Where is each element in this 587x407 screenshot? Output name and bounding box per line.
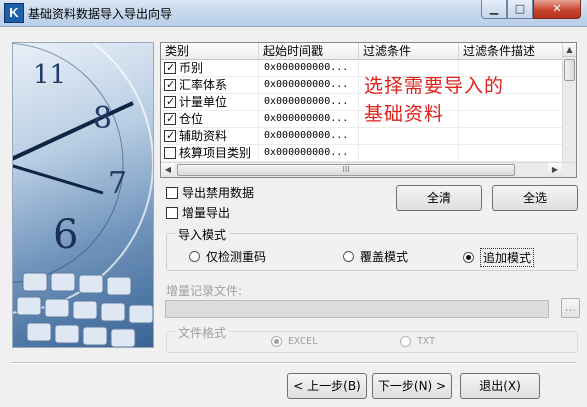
filter-cell[interactable] bbox=[359, 128, 459, 144]
horizontal-scrollbar[interactable]: ◀ III ▶ bbox=[161, 162, 576, 177]
scroll-right-icon[interactable]: ▶ bbox=[548, 163, 562, 177]
scroll-thumb[interactable] bbox=[564, 59, 575, 81]
timestamp-cell: 0x000000000... bbox=[259, 145, 359, 161]
scroll-up-icon[interactable]: ▲ bbox=[563, 43, 576, 57]
file-format-legend: 文件格式 bbox=[175, 324, 230, 341]
clock-keyboard-illustration: 11 8 7 6 bbox=[13, 43, 153, 347]
svg-text:7: 7 bbox=[108, 166, 127, 201]
radio-label: 覆盖模式 bbox=[360, 250, 409, 264]
close-icon: ✕ bbox=[552, 2, 562, 15]
select-all-button[interactable]: 全选 bbox=[492, 185, 578, 211]
timestamp-cell: 0x000000000... bbox=[259, 94, 359, 110]
row-checkbox-icon[interactable] bbox=[164, 94, 176, 110]
row-checkbox-icon[interactable] bbox=[164, 60, 176, 76]
timestamp-cell: 0x000000000... bbox=[259, 128, 359, 144]
category-label: 辅助资料 bbox=[179, 129, 228, 143]
incremental-export-checkbox[interactable]: 增量导出 bbox=[166, 204, 230, 221]
radio-selected-icon[interactable] bbox=[463, 252, 474, 263]
close-button[interactable]: ✕ bbox=[533, 0, 581, 19]
footer-divider bbox=[10, 362, 577, 364]
column-header-category[interactable]: 类别 bbox=[161, 43, 259, 60]
radio-label: 仅检测重码 bbox=[206, 250, 267, 264]
row-checkbox-icon[interactable] bbox=[164, 111, 176, 127]
table-row[interactable]: 辅助资料 0x000000000... bbox=[161, 128, 563, 145]
filter-cell[interactable] bbox=[359, 145, 459, 161]
import-mode-legend: 导入模式 bbox=[175, 226, 230, 243]
file-format-group: 文件格式 EXCEL TXT bbox=[166, 324, 578, 353]
column-header-filter[interactable]: 过滤条件 bbox=[359, 43, 459, 60]
column-header-timestamp[interactable]: 起始时间戳 bbox=[259, 43, 359, 60]
category-cell: 核算项目类别 bbox=[161, 145, 259, 161]
radio-label: 追加模式 bbox=[480, 248, 535, 267]
category-cell: 币别 bbox=[161, 60, 259, 76]
export-disabled-label: 导出禁用数据 bbox=[182, 186, 255, 200]
svg-text:11: 11 bbox=[33, 60, 66, 90]
radio-icon[interactable] bbox=[343, 251, 354, 262]
app-logo-icon: K bbox=[4, 3, 24, 23]
scroll-thumb-horizontal[interactable]: III bbox=[177, 164, 515, 176]
clear-all-button[interactable]: 全清 bbox=[396, 185, 482, 211]
exit-button[interactable]: 退出(X) bbox=[460, 373, 540, 399]
category-cell: 计量单位 bbox=[161, 94, 259, 110]
export-disabled-checkbox[interactable]: 导出禁用数据 bbox=[166, 184, 254, 201]
svg-text:8: 8 bbox=[93, 101, 112, 136]
column-header-filter-desc[interactable]: 过滤条件描述 bbox=[459, 43, 563, 60]
radio-label: TXT bbox=[417, 336, 436, 347]
radio-append[interactable]: 追加模式 bbox=[463, 248, 535, 267]
wizard-side-image: 11 8 7 6 bbox=[12, 42, 154, 348]
grid-header: 类别 起始时间戳 过滤条件 过滤条件描述 bbox=[161, 43, 563, 60]
incremental-file-label: 增量记录文件: bbox=[166, 284, 243, 298]
incremental-export-label: 增量导出 bbox=[182, 206, 231, 220]
table-row[interactable]: 核算项目类别 0x000000000... bbox=[161, 145, 563, 162]
vertical-scrollbar[interactable]: ▲ bbox=[562, 43, 576, 162]
browse-button[interactable]: ... bbox=[561, 298, 580, 318]
radio-selected-icon[interactable] bbox=[271, 336, 282, 347]
checkbox-icon[interactable] bbox=[166, 186, 178, 199]
category-cell: 仓位 bbox=[161, 111, 259, 127]
timestamp-cell: 0x000000000... bbox=[259, 77, 359, 93]
radio-excel[interactable]: EXCEL bbox=[271, 336, 318, 347]
radio-check-duplicates[interactable]: 仅检测重码 bbox=[189, 248, 266, 265]
checkbox-icon[interactable] bbox=[166, 206, 178, 219]
title-bar: K 基础资料数据导入导出向导 ▁ □ ✕ bbox=[0, 0, 587, 27]
radio-icon[interactable] bbox=[189, 251, 200, 262]
import-mode-group: 导入模式 仅检测重码 覆盖模式 追加模式 bbox=[166, 226, 578, 271]
filter-desc-cell bbox=[459, 145, 563, 161]
minimize-icon: ▁ bbox=[489, 2, 499, 15]
incremental-file-input[interactable] bbox=[165, 300, 549, 318]
radio-txt[interactable]: TXT bbox=[400, 336, 435, 347]
svg-text:6: 6 bbox=[53, 212, 78, 258]
category-label: 汇率体系 bbox=[179, 78, 228, 92]
category-cell: 辅助资料 bbox=[161, 128, 259, 144]
prev-button[interactable]: < 上一步(B) bbox=[287, 373, 367, 399]
maximize-button[interactable]: □ bbox=[507, 0, 533, 19]
radio-overwrite[interactable]: 覆盖模式 bbox=[343, 248, 408, 265]
instruction-annotation: 选择需要导入的基础资料 bbox=[364, 75, 505, 125]
window-title: 基础资料数据导入导出向导 bbox=[28, 7, 173, 21]
next-button[interactable]: 下一步(N) > bbox=[372, 373, 452, 399]
radio-icon[interactable] bbox=[400, 336, 411, 347]
category-label: 核算项目类别 bbox=[179, 146, 252, 160]
category-label: 计量单位 bbox=[179, 95, 228, 109]
timestamp-cell: 0x000000000... bbox=[259, 111, 359, 127]
row-checkbox-icon[interactable] bbox=[164, 128, 176, 144]
row-checkbox-icon[interactable] bbox=[164, 77, 176, 93]
filter-desc-cell bbox=[459, 128, 563, 144]
category-label: 仓位 bbox=[179, 112, 204, 126]
radio-label: EXCEL bbox=[288, 336, 319, 347]
timestamp-cell: 0x000000000... bbox=[259, 60, 359, 76]
row-checkbox-icon[interactable] bbox=[164, 147, 176, 159]
maximize-icon: □ bbox=[514, 2, 526, 15]
category-label: 币别 bbox=[179, 61, 204, 75]
category-cell: 汇率体系 bbox=[161, 77, 259, 93]
scroll-left-icon[interactable]: ◀ bbox=[161, 163, 175, 177]
minimize-button[interactable]: ▁ bbox=[481, 0, 507, 19]
